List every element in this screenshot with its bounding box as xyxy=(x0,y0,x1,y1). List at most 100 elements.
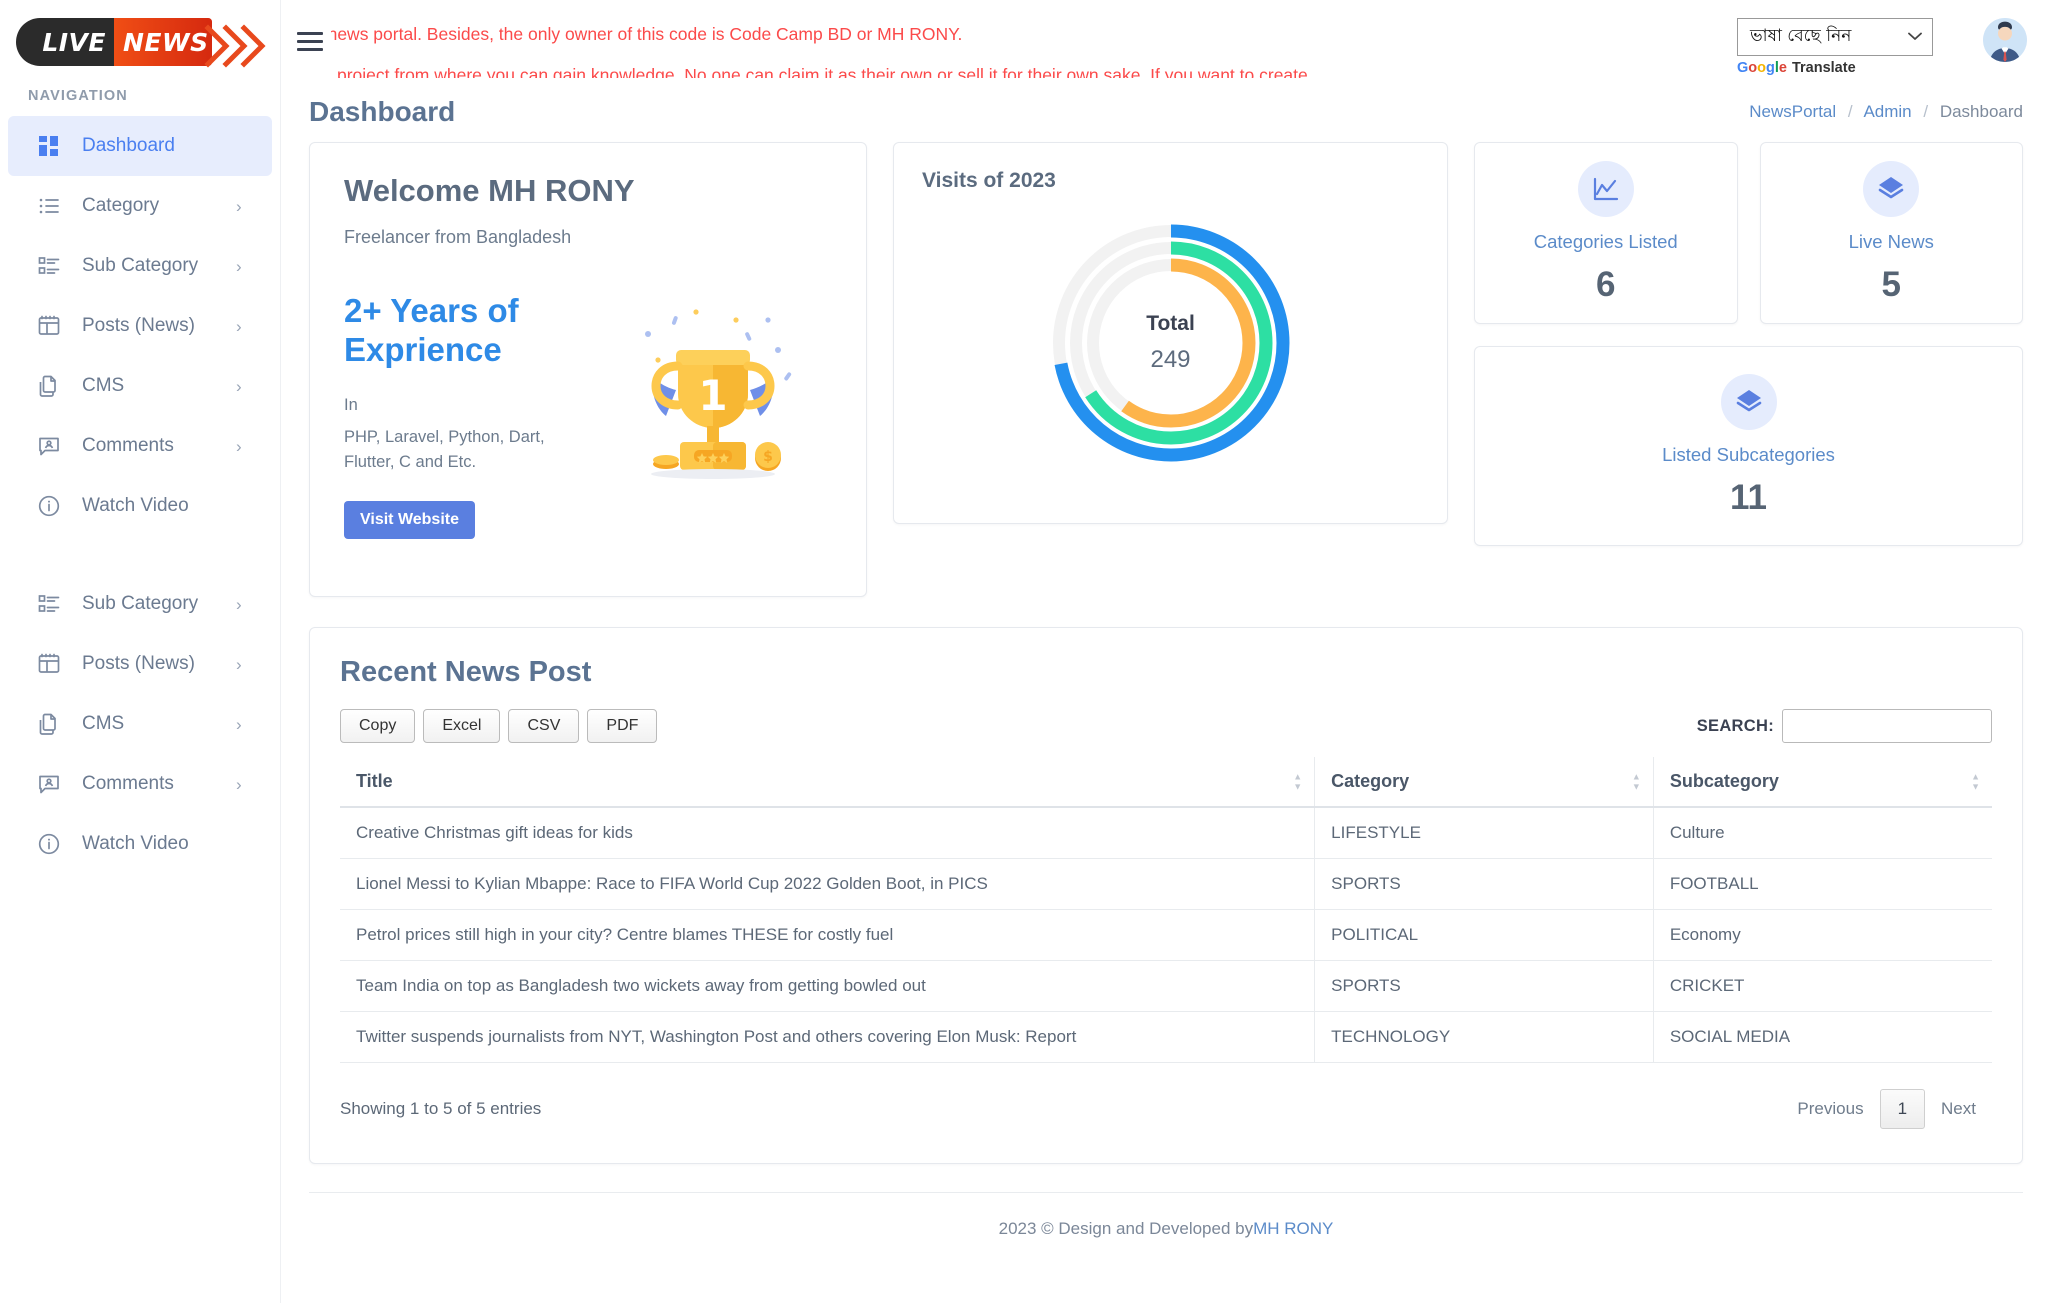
sidebar-item-sub-category[interactable]: Sub Category › xyxy=(8,236,272,296)
footer-text: 2023 © Design and Developed by xyxy=(998,1218,1254,1238)
list-icon xyxy=(38,195,72,217)
cell-category: LIFESTYLE xyxy=(1314,807,1654,859)
avatar[interactable] xyxy=(1983,18,2027,62)
table-row[interactable]: Twitter suspends journalists from NYT, W… xyxy=(340,1011,1992,1063)
sort-arrows-icon: ▲ ▼ xyxy=(1293,771,1303,791)
chevron-right-icon: › xyxy=(236,774,242,794)
recent-news-table: Title ▲ ▼ Category ▲ ▼ Subcategory ▲ ▼ C… xyxy=(340,757,1992,1063)
hamburger-menu-icon[interactable] xyxy=(297,0,331,78)
stat-card-live-news[interactable]: Live News 5 xyxy=(1759,142,2023,324)
stat-label: Listed Subcategories xyxy=(1662,444,1835,465)
breadcrumb-item-newsportal[interactable]: NewsPortal xyxy=(1749,102,1836,121)
chart-line-icon xyxy=(1577,161,1634,217)
grid-icon xyxy=(38,135,72,157)
pagination-next[interactable]: Next xyxy=(1925,1090,1992,1128)
google-translate-widget: ভাষা বেছে নিন Google Translate xyxy=(1737,18,1933,76)
chevron-right-icon: › xyxy=(236,196,242,216)
sidebar-item-cms[interactable]: CMS › xyxy=(8,356,272,416)
sidebar-item-comments-2[interactable]: Comments › xyxy=(8,754,272,814)
sidebar-item-label: Category xyxy=(82,195,160,216)
welcome-subtitle: Freelancer from Bangladesh xyxy=(344,227,572,247)
sidebar-item-label: Posts (News) xyxy=(82,315,195,336)
export-button-group: Copy Excel CSV PDF xyxy=(340,709,658,743)
cell-subcategory: FOOTBALL xyxy=(1652,858,1992,910)
table-row[interactable]: Lionel Messi to Kylian Mbappe: Race to F… xyxy=(340,858,1992,910)
sidebar-item-watch-video[interactable]: Watch Video xyxy=(8,476,272,536)
stat-card-categories-listed[interactable]: Categories Listed 6 xyxy=(1474,142,1738,324)
sidebar-item-comments[interactable]: Comments › xyxy=(8,416,272,476)
content-area: Welcome MH RONY Freelancer from Banglade… xyxy=(281,142,2049,1303)
sidebar-item-label: Sub Category xyxy=(82,593,199,614)
pagination-page-1[interactable]: 1 xyxy=(1879,1089,1926,1129)
sidebar-item-label: Posts (News) xyxy=(82,653,195,674)
sidebar-item-posts-news[interactable]: Posts (News) › xyxy=(8,296,272,356)
google-translate-brand: Google Translate xyxy=(1737,60,1933,76)
cell-subcategory: Culture xyxy=(1652,807,1992,859)
column-header-category[interactable]: Category ▲ ▼ xyxy=(1314,757,1654,808)
stat-label: Live News xyxy=(1848,231,1934,252)
csv-button[interactable]: CSV xyxy=(508,709,580,743)
sidebar-item-posts-news-2[interactable]: Posts (News) › xyxy=(8,634,272,694)
stat-cards-row-2: Listed Subcategories 11 xyxy=(1474,346,2023,546)
excel-button[interactable]: Excel xyxy=(423,709,501,743)
sidebar-item-label: CMS xyxy=(82,713,125,734)
welcome-title: Welcome MH RONY xyxy=(344,173,635,208)
copy-button[interactable]: Copy xyxy=(340,709,416,743)
pdf-button[interactable]: PDF xyxy=(587,709,658,743)
table-row[interactable]: Creative Christmas gift ideas for kids L… xyxy=(340,807,1992,859)
table-row[interactable]: Petrol prices still high in your city? C… xyxy=(340,909,1992,961)
svg-text:1: 1 xyxy=(698,371,727,420)
pagination: Previous 1 Next xyxy=(1781,1089,1992,1129)
sidebar-item-watch-video-2[interactable]: Watch Video xyxy=(8,814,272,874)
topbar: e news portal. Besides, the only owner o… xyxy=(281,0,2049,78)
sub-list-icon xyxy=(38,255,72,277)
sort-arrows-icon: ▲ ▼ xyxy=(1631,771,1641,791)
sidebar-item-category[interactable]: Category › xyxy=(8,176,272,236)
breadcrumb-item-admin[interactable]: Admin xyxy=(1863,102,1911,121)
cell-subcategory: Economy xyxy=(1652,909,1992,961)
search-input[interactable] xyxy=(1782,709,1992,743)
chevron-right-icon: › xyxy=(236,376,242,396)
logo-left-half: LIVE xyxy=(16,18,114,66)
language-select[interactable]: ভাষা বেছে নিন xyxy=(1737,18,1933,56)
table-header-row: Title ▲ ▼ Category ▲ ▼ Subcategory ▲ ▼ xyxy=(340,757,1992,808)
cell-category: SPORTS xyxy=(1314,858,1654,910)
table-row[interactable]: Team India on top as Bangladesh two wick… xyxy=(340,960,1992,1012)
chevron-right-icon: › xyxy=(236,714,242,734)
marquee-line-1: e news portal. Besides, the only owner o… xyxy=(331,24,963,44)
trophy-icon: 1 $ xyxy=(645,309,792,479)
breadcrumb-separator: / xyxy=(1847,102,1853,121)
search-label: SEARCH: xyxy=(1696,716,1774,735)
svg-text:$: $ xyxy=(763,449,773,465)
announcement-marquee: e news portal. Besides, the only owner o… xyxy=(331,0,1737,78)
column-header-subcategory[interactable]: Subcategory ▲ ▼ xyxy=(1652,757,1992,808)
sidebar-item-label: Comments xyxy=(82,773,174,794)
column-category-label: Category xyxy=(1331,771,1410,791)
logo-text-news: NEWS xyxy=(123,27,209,57)
logo-text-live: LIVE xyxy=(42,27,106,57)
sidebar-item-label: CMS xyxy=(82,375,125,396)
sidebar-item-dashboard[interactable]: Dashboard xyxy=(8,116,272,176)
sidebar-item-sub-category-2[interactable]: Sub Category › xyxy=(8,574,272,634)
pagination-previous[interactable]: Previous xyxy=(1781,1090,1879,1128)
stat-label: Categories Listed xyxy=(1533,231,1678,252)
footer-author-link[interactable]: MH RONY xyxy=(1253,1219,1333,1239)
table-body: Creative Christmas gift ideas for kids L… xyxy=(340,807,1992,1063)
chevron-right-icon: › xyxy=(236,436,242,456)
language-select-value: ভাষা বেছে নিন xyxy=(1750,26,1852,46)
sort-arrows-icon: ▲ ▼ xyxy=(1971,771,1980,791)
sidebar-item-cms-2[interactable]: CMS › xyxy=(8,694,272,754)
cell-title: Twitter suspends journalists from NYT, W… xyxy=(340,1011,1316,1063)
translate-wordmark: Translate xyxy=(1791,60,1856,76)
cell-subcategory: SOCIAL MEDIA xyxy=(1652,1011,1992,1063)
table-search: SEARCH: xyxy=(1697,709,1992,743)
logo[interactable]: LIVE NEWS xyxy=(0,0,280,78)
stat-value: 6 xyxy=(1596,265,1616,304)
dashboard-top-row: Welcome MH RONY Freelancer from Banglade… xyxy=(309,142,2023,597)
column-header-title[interactable]: Title ▲ ▼ xyxy=(340,757,1315,808)
sidebar-divider-gap xyxy=(0,536,280,574)
cell-subcategory: CRICKET xyxy=(1652,960,1992,1012)
welcome-body: 2+ Years of Exprience In PHP, Laravel, P… xyxy=(344,292,832,540)
stat-card-listed-subcategories[interactable]: Listed Subcategories 11 xyxy=(1474,346,2023,546)
visit-website-button[interactable]: Visit Website xyxy=(344,501,475,540)
